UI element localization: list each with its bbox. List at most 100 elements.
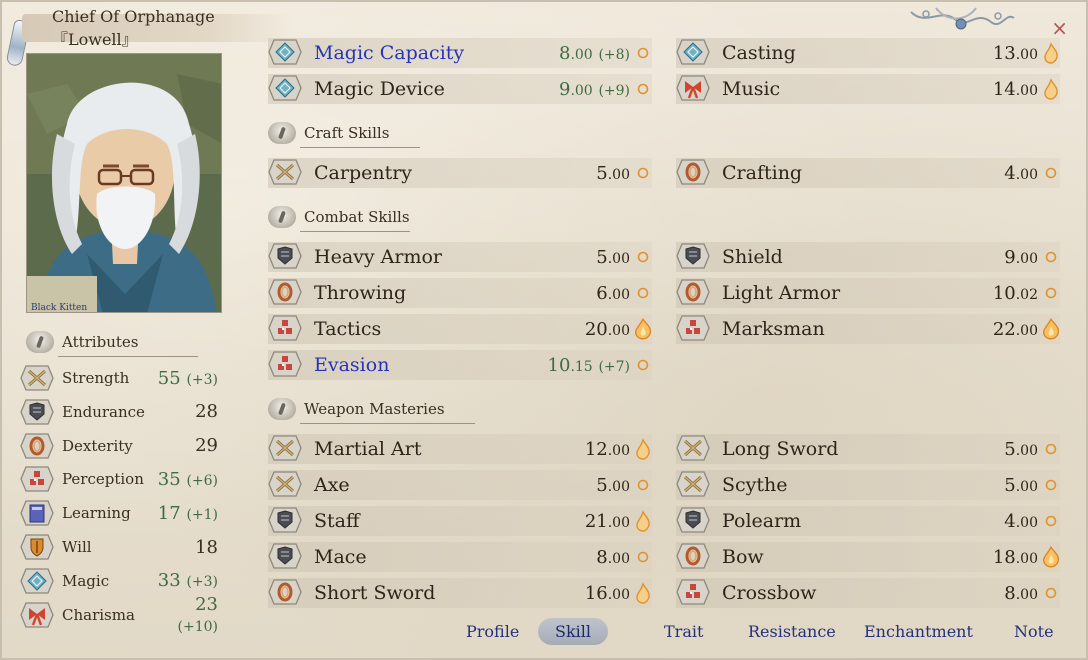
potential-big-flame-icon <box>1042 545 1060 568</box>
skill-value-dec: .00 <box>607 442 630 459</box>
skill-value-int: 9 <box>558 78 571 100</box>
skill-value: 8.00 <box>596 547 630 568</box>
pin-icon <box>268 398 296 420</box>
potential-small-icon <box>1042 162 1060 184</box>
skill-name: Casting <box>722 42 796 64</box>
attribute-name: Strength <box>62 369 130 387</box>
window-title: Chief Of Orphanage『Lowell』 <box>52 6 215 49</box>
dots-grid-icon <box>20 465 54 493</box>
skill-row-crafting[interactable]: Crafting 4.00 <box>676 157 1060 189</box>
skill-value: 9.00 (+9) <box>559 79 630 100</box>
pin-icon <box>26 331 54 353</box>
attribute-value: 55 (+3) <box>154 368 218 389</box>
potential-flame-icon <box>634 582 652 604</box>
skill-row-martial-art[interactable]: Martial Art 12.00 <box>268 433 652 465</box>
skill-value-int: 13 <box>992 42 1016 64</box>
skill-value-dec: .00 <box>607 322 630 339</box>
skill-row-long-sword[interactable]: Long Sword 5.00 <box>676 433 1060 465</box>
attribute-base: 29 <box>195 435 218 457</box>
tab-resistance[interactable]: Resistance <box>736 618 848 645</box>
skill-name: Heavy Armor <box>314 246 442 268</box>
crossed-swords-icon <box>20 364 54 392</box>
skill-name: Throwing <box>314 282 407 304</box>
attribute-row-will[interactable]: Will 18 <box>20 532 220 562</box>
skill-value-dec: .00 <box>570 46 593 63</box>
skill-row-mace[interactable]: Mace 8.00 <box>268 541 652 573</box>
ribbon-icon <box>20 601 54 629</box>
attribute-row-charisma[interactable]: Charisma 23 (+10) <box>20 594 220 635</box>
skill-row-crossbow[interactable]: Crossbow 8.00 <box>676 577 1060 609</box>
dots-grid-icon <box>268 350 304 380</box>
magic-diamond-icon <box>676 38 712 68</box>
skill-value-dec: .00 <box>607 250 630 267</box>
rope-ring-icon <box>676 158 712 188</box>
skill-value-dec: .00 <box>607 550 630 567</box>
skill-row-heavy-armor[interactable]: Heavy Armor 5.00 <box>268 241 652 273</box>
attribute-row-endurance[interactable]: Endurance 28 <box>20 397 220 427</box>
skill-name: Marksman <box>722 318 825 340</box>
skill-row-short-sword[interactable]: Short Sword 16.00 <box>268 577 652 609</box>
attribute-base: 55 <box>157 367 181 389</box>
pin-icon <box>268 206 296 228</box>
potential-flame-icon <box>634 438 652 460</box>
skill-row-scythe[interactable]: Scythe 5.00 <box>676 469 1060 501</box>
attribute-bonus: (+10) <box>177 618 218 635</box>
attribute-name: Perception <box>62 470 144 489</box>
attribute-name: Will <box>62 538 92 556</box>
skill-value: 9.00 <box>1004 247 1038 268</box>
skill-value-int: 14 <box>992 78 1016 100</box>
skill-row-marksman[interactable]: Marksman 22.00 <box>676 313 1060 345</box>
attribute-value: 35 (+6) <box>154 469 218 490</box>
attribute-row-dexterity[interactable]: Dexterity 29 <box>20 431 220 461</box>
skill-row-throwing[interactable]: Throwing 6.00 <box>268 277 652 309</box>
crossed-swords-icon <box>268 158 304 188</box>
attribute-row-perception[interactable]: Perception 35 (+6) <box>20 464 220 494</box>
skill-value-int: 4 <box>1004 162 1016 184</box>
skill-value-int: 5 <box>1004 438 1016 460</box>
skill-row-axe[interactable]: Axe 5.00 <box>268 469 652 501</box>
dots-grid-icon <box>676 578 712 608</box>
skill-row-magic-capacity[interactable]: Magic Capacity 8.00 (+8) <box>268 37 652 69</box>
skill-value-dec: .00 <box>607 478 630 495</box>
rope-ring-icon <box>676 542 712 572</box>
skill-value: 22.00 <box>993 319 1038 340</box>
skill-row-casting[interactable]: Casting 13.00 <box>676 37 1060 69</box>
character-sheet-window: Chief Of Orphanage『Lowell』 × Black Kitte… <box>0 0 1088 660</box>
skill-value: 8.00 (+8) <box>559 43 630 64</box>
attribute-row-learning[interactable]: Learning 17 (+1) <box>20 498 220 528</box>
skill-value-int: 12 <box>584 438 608 460</box>
skill-value-int: 8 <box>558 42 571 64</box>
attribute-row-magic[interactable]: Magic 33 (+3) <box>20 566 220 596</box>
skill-value: 16.00 <box>585 583 630 604</box>
window-title-bar: Chief Of Orphanage『Lowell』 <box>22 7 292 49</box>
skill-row-bow[interactable]: Bow 18.00 <box>676 541 1060 573</box>
skill-row-light-armor[interactable]: Light Armor 10.02 <box>676 277 1060 309</box>
tab-note[interactable]: Note <box>1002 618 1066 645</box>
skill-row-tactics[interactable]: Tactics 20.00 <box>268 313 652 345</box>
skill-row-carpentry[interactable]: Carpentry 5.00 <box>268 157 652 189</box>
tab-profile[interactable]: Profile <box>454 618 531 645</box>
skill-value-int: 21 <box>584 510 608 532</box>
tab-trait[interactable]: Trait <box>652 618 715 645</box>
potential-small-icon <box>634 474 652 496</box>
section-heading: Combat Skills <box>268 206 410 232</box>
skill-name: Crafting <box>722 162 803 184</box>
skill-row-evasion[interactable]: Evasion 10.15 (+7) <box>268 349 652 381</box>
section-heading: Weapon Masteries <box>268 398 475 424</box>
skill-name: Shield <box>722 246 783 268</box>
attribute-base: 23 <box>195 593 218 615</box>
tab-enchantment[interactable]: Enchantment <box>852 618 985 645</box>
skill-row-shield[interactable]: Shield 9.00 <box>676 241 1060 273</box>
tab-skill[interactable]: Skill <box>538 617 608 645</box>
skill-row-polearm[interactable]: Polearm 4.00 <box>676 505 1060 537</box>
skill-row-magic-device[interactable]: Magic Device 9.00 (+9) <box>268 73 652 105</box>
skill-value-dec: .00 <box>1015 250 1038 267</box>
dots-grid-icon <box>676 314 712 344</box>
skill-row-music[interactable]: Music 14.00 <box>676 73 1060 105</box>
skill-value-int: 5 <box>596 162 608 184</box>
armor-icon <box>676 506 712 536</box>
skill-name: Tactics <box>314 318 382 340</box>
skill-row-staff[interactable]: Staff 21.00 <box>268 505 652 537</box>
skill-name: Magic Capacity <box>314 42 465 64</box>
attribute-row-strength[interactable]: Strength 55 (+3) <box>20 363 220 393</box>
